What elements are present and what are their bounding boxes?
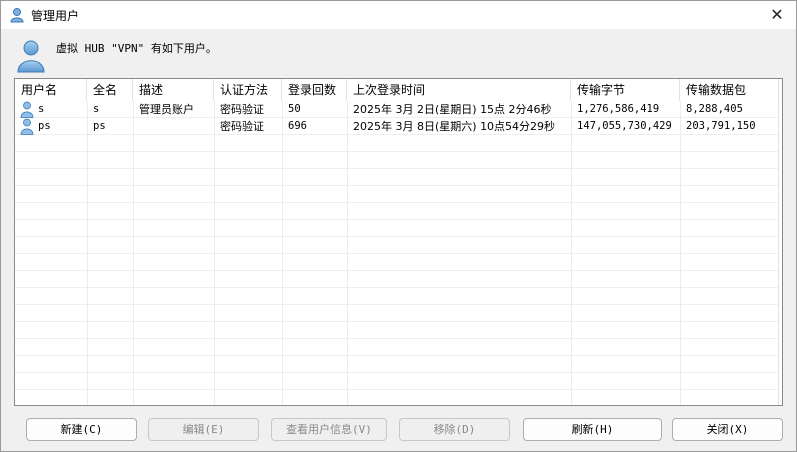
dialog-body: 虚拟 HUB "VPN" 有如下用户。 用户名 全名 描述 认证方法 登录回数 … xyxy=(1,29,796,451)
cell-username: ps xyxy=(38,120,51,132)
title-bar: 管理用户 ✕ xyxy=(1,1,796,29)
row-gridline xyxy=(15,236,782,237)
row-gridline xyxy=(15,321,782,322)
table-row[interactable]: ps ps 密码验证 696 2025年 3月 8日(星期六) 10点54分29… xyxy=(15,118,782,135)
cell-packets: 8,288,405 xyxy=(686,103,743,115)
close-button[interactable]: 关闭(X) xyxy=(672,418,783,441)
cell-fullname: s xyxy=(93,103,100,115)
info-message: 虚拟 HUB "VPN" 有如下用户。 xyxy=(56,42,217,55)
row-gridline xyxy=(15,355,782,356)
row-gridline xyxy=(15,202,782,203)
row-gridline xyxy=(15,219,782,220)
window-title: 管理用户 xyxy=(31,9,80,23)
column-header-username[interactable]: 用户名 xyxy=(15,79,87,101)
cell-bytes: 147,055,730,429 xyxy=(577,120,672,132)
column-header-packets[interactable]: 传输数据包 xyxy=(680,79,779,101)
cell-auth: 密码验证 xyxy=(220,103,264,116)
cell-logins: 50 xyxy=(288,103,301,115)
cell-last-login: 2025年 3月 8日(星期六) 10点54分29秒 xyxy=(353,120,556,133)
remove-button[interactable]: 移除(D) xyxy=(399,418,510,441)
row-gridline xyxy=(15,253,782,254)
row-gridline xyxy=(15,270,782,271)
table-row[interactable]: s s 管理员账户 密码验证 50 2025年 3月 2日(星期日) 15点 2… xyxy=(15,101,782,118)
row-gridline xyxy=(15,389,782,390)
manage-users-dialog: 管理用户 ✕ 虚拟 HUB "VPN" 有如下用户。 用户名 全名 描述 认证方… xyxy=(0,0,797,452)
refresh-button[interactable]: 刷新(H) xyxy=(523,418,662,441)
row-gridline xyxy=(15,287,782,288)
cell-auth: 密码验证 xyxy=(220,120,264,133)
cell-description: 管理员账户 xyxy=(139,103,194,116)
cell-logins: 696 xyxy=(288,120,307,132)
new-button[interactable]: 新建(C) xyxy=(26,418,137,441)
cell-description xyxy=(133,118,214,135)
cell-fullname: ps xyxy=(93,120,106,132)
users-list[interactable]: 用户名 全名 描述 认证方法 登录回数 上次登录时间 传输字节 传输数据包 s … xyxy=(14,78,783,406)
row-gridline xyxy=(15,304,782,305)
cell-username: s xyxy=(38,103,45,115)
row-gridline xyxy=(15,185,782,186)
row-gridline xyxy=(15,338,782,339)
view-user-info-button[interactable]: 查看用户信息(V) xyxy=(271,418,387,441)
cell-bytes: 1,276,586,419 xyxy=(577,103,660,115)
user-icon xyxy=(17,40,45,73)
row-gridline xyxy=(15,168,782,169)
scrollbar[interactable] xyxy=(778,101,782,405)
list-header: 用户名 全名 描述 认证方法 登录回数 上次登录时间 传输字节 传输数据包 xyxy=(15,79,782,101)
row-gridline xyxy=(15,372,782,373)
column-header-auth[interactable]: 认证方法 xyxy=(214,79,282,101)
edit-button[interactable]: 编辑(E) xyxy=(148,418,259,441)
column-header-fullname[interactable]: 全名 xyxy=(87,79,133,101)
cell-packets: 203,791,150 xyxy=(686,120,756,132)
row-gridline xyxy=(15,151,782,152)
column-header-logins[interactable]: 登录回数 xyxy=(282,79,347,101)
column-header-last-login[interactable]: 上次登录时间 xyxy=(347,79,571,101)
cell-last-login: 2025年 3月 2日(星期日) 15点 2分46秒 xyxy=(353,103,552,116)
column-header-bytes[interactable]: 传输字节 xyxy=(571,79,680,101)
close-icon[interactable]: ✕ xyxy=(764,3,790,27)
column-header-description[interactable]: 描述 xyxy=(133,79,214,101)
user-icon xyxy=(10,8,24,23)
